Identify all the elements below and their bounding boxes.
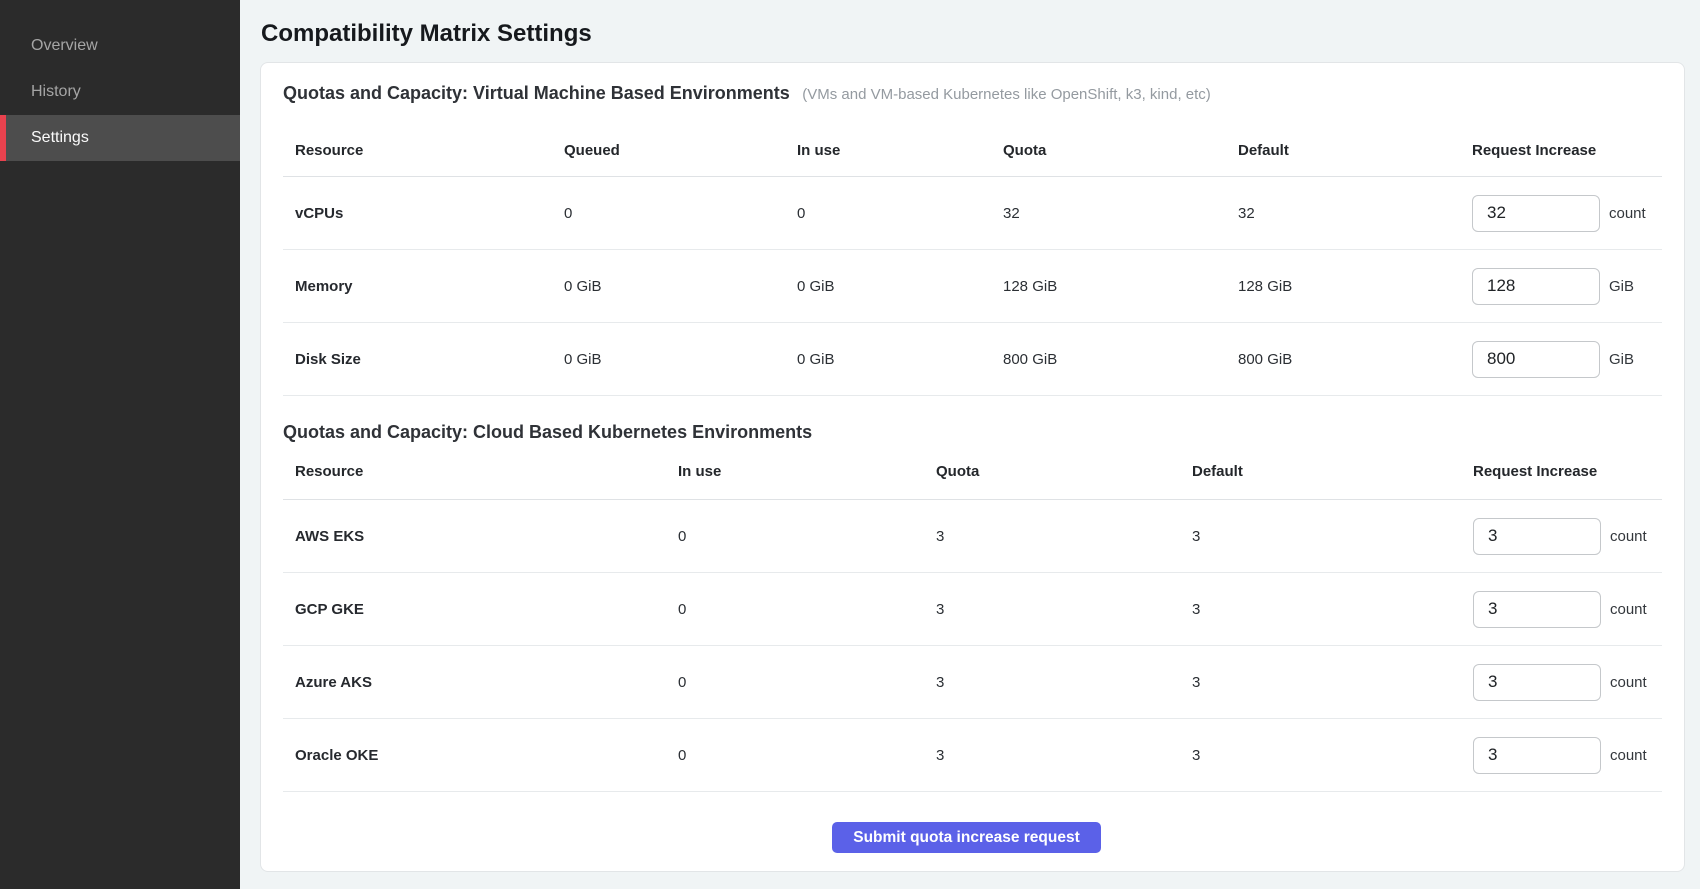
resource-name: vCPUs xyxy=(283,205,552,222)
table-row: GCP GKE033count xyxy=(283,573,1662,646)
in_use-value: 0 xyxy=(666,601,924,618)
resource-name: Disk Size xyxy=(283,351,552,368)
submit-quota-increase-button[interactable]: Submit quota increase request xyxy=(832,822,1101,853)
request-increase-input[interactable] xyxy=(1472,268,1600,305)
quota-value: 3 xyxy=(924,528,1180,545)
vm-section-title: Quotas and Capacity: Virtual Machine Bas… xyxy=(283,83,790,103)
sidebar: Overview History Settings xyxy=(0,0,240,889)
unit-label: count xyxy=(1610,601,1647,618)
unit-label: count xyxy=(1609,205,1646,222)
unit-label: GiB xyxy=(1609,278,1634,295)
k8s-table-body: AWS EKS033countGCP GKE033countAzure AKS0… xyxy=(283,500,1662,792)
main-content: Compatibility Matrix Settings Quotas and… xyxy=(240,0,1700,889)
in_use-value: 0 xyxy=(666,528,924,545)
request-increase-cell: count xyxy=(1461,737,1662,774)
sidebar-item-label: History xyxy=(31,83,81,101)
k8s_section-col-header: Default xyxy=(1180,463,1461,480)
resource-name: Memory xyxy=(283,278,552,295)
sidebar-item-label: Overview xyxy=(31,37,98,55)
default-value: 128 GiB xyxy=(1226,278,1460,295)
resource-name: AWS EKS xyxy=(283,528,666,545)
table-row: vCPUs003232count xyxy=(283,177,1662,250)
queued-value: 0 GiB xyxy=(552,278,785,295)
sidebar-item-settings[interactable]: Settings xyxy=(0,115,240,161)
k8s-section-heading: Quotas and Capacity: Cloud Based Kuberne… xyxy=(283,396,1662,444)
request-increase-input[interactable] xyxy=(1472,341,1600,378)
table-row: Memory0 GiB0 GiB128 GiB128 GiBGiB xyxy=(283,250,1662,323)
request-increase-input[interactable] xyxy=(1472,195,1600,232)
in_use-value: 0 GiB xyxy=(785,351,991,368)
queued-value: 0 GiB xyxy=(552,351,785,368)
table-row: Azure AKS033count xyxy=(283,646,1662,719)
k8s-section-title: Quotas and Capacity: Cloud Based Kuberne… xyxy=(283,422,812,442)
in_use-value: 0 xyxy=(785,205,991,222)
k8s-table-header: ResourceIn useQuotaDefaultRequest Increa… xyxy=(283,444,1662,500)
k8s_section-col-header: Request Increase xyxy=(1461,463,1662,480)
table-row: Oracle OKE033count xyxy=(283,719,1662,792)
in_use-value: 0 GiB xyxy=(785,278,991,295)
request-increase-cell: count xyxy=(1461,591,1662,628)
sidebar-item-history[interactable]: History xyxy=(0,69,240,115)
vm_section-col-header: Request Increase xyxy=(1460,142,1662,159)
default-value: 3 xyxy=(1180,528,1461,545)
k8s_section-col-header: Quota xyxy=(924,463,1180,480)
request-increase-cell: GiB xyxy=(1460,268,1662,305)
sidebar-item-overview[interactable]: Overview xyxy=(0,23,240,69)
queued-value: 0 xyxy=(552,205,785,222)
resource-name: Azure AKS xyxy=(283,674,666,691)
table-row: Disk Size0 GiB0 GiB800 GiB800 GiBGiB xyxy=(283,323,1662,396)
quota-value: 3 xyxy=(924,674,1180,691)
unit-label: count xyxy=(1610,747,1647,764)
vm_section-col-header: Resource xyxy=(283,142,552,159)
request-increase-cell: GiB xyxy=(1460,341,1662,378)
page-title: Compatibility Matrix Settings xyxy=(261,20,1685,48)
request-increase-cell: count xyxy=(1461,664,1662,701)
default-value: 3 xyxy=(1180,747,1461,764)
unit-label: count xyxy=(1610,674,1647,691)
unit-label: GiB xyxy=(1609,351,1634,368)
button-row: Submit quota increase request xyxy=(283,792,1662,853)
default-value: 800 GiB xyxy=(1226,351,1460,368)
quota-value: 800 GiB xyxy=(991,351,1226,368)
resource-name: GCP GKE xyxy=(283,601,666,618)
k8s_section-col-header: In use xyxy=(666,463,924,480)
vm_section-col-header: Quota xyxy=(991,142,1226,159)
default-value: 3 xyxy=(1180,674,1461,691)
quota-value: 32 xyxy=(991,205,1226,222)
sidebar-item-label: Settings xyxy=(31,129,89,147)
vm-table-body: vCPUs003232countMemory0 GiB0 GiB128 GiB1… xyxy=(283,177,1662,396)
vm_section-col-header: Default xyxy=(1226,142,1460,159)
quota-value: 3 xyxy=(924,747,1180,764)
quota-value: 3 xyxy=(924,601,1180,618)
sidebar-nav: Overview History Settings xyxy=(0,23,240,161)
k8s_section-col-header: Resource xyxy=(283,463,666,480)
vm-section-subtitle: (VMs and VM-based Kubernetes like OpenSh… xyxy=(802,86,1211,103)
resource-name: Oracle OKE xyxy=(283,747,666,764)
request-increase-input[interactable] xyxy=(1473,664,1601,701)
vm-section-heading: Quotas and Capacity: Virtual Machine Bas… xyxy=(283,63,1662,105)
request-increase-input[interactable] xyxy=(1473,737,1601,774)
quota-settings-card: Quotas and Capacity: Virtual Machine Bas… xyxy=(260,62,1685,872)
default-value: 3 xyxy=(1180,601,1461,618)
quota-value: 128 GiB xyxy=(991,278,1226,295)
request-increase-cell: count xyxy=(1460,195,1662,232)
table-row: AWS EKS033count xyxy=(283,500,1662,573)
vm-table-header: ResourceQueuedIn useQuotaDefaultRequest … xyxy=(283,125,1662,177)
vm_section-col-header: Queued xyxy=(552,142,785,159)
request-increase-input[interactable] xyxy=(1473,518,1601,555)
in_use-value: 0 xyxy=(666,674,924,691)
vm_section-col-header: In use xyxy=(785,142,991,159)
unit-label: count xyxy=(1610,528,1647,545)
request-increase-input[interactable] xyxy=(1473,591,1601,628)
default-value: 32 xyxy=(1226,205,1460,222)
request-increase-cell: count xyxy=(1461,518,1662,555)
in_use-value: 0 xyxy=(666,747,924,764)
